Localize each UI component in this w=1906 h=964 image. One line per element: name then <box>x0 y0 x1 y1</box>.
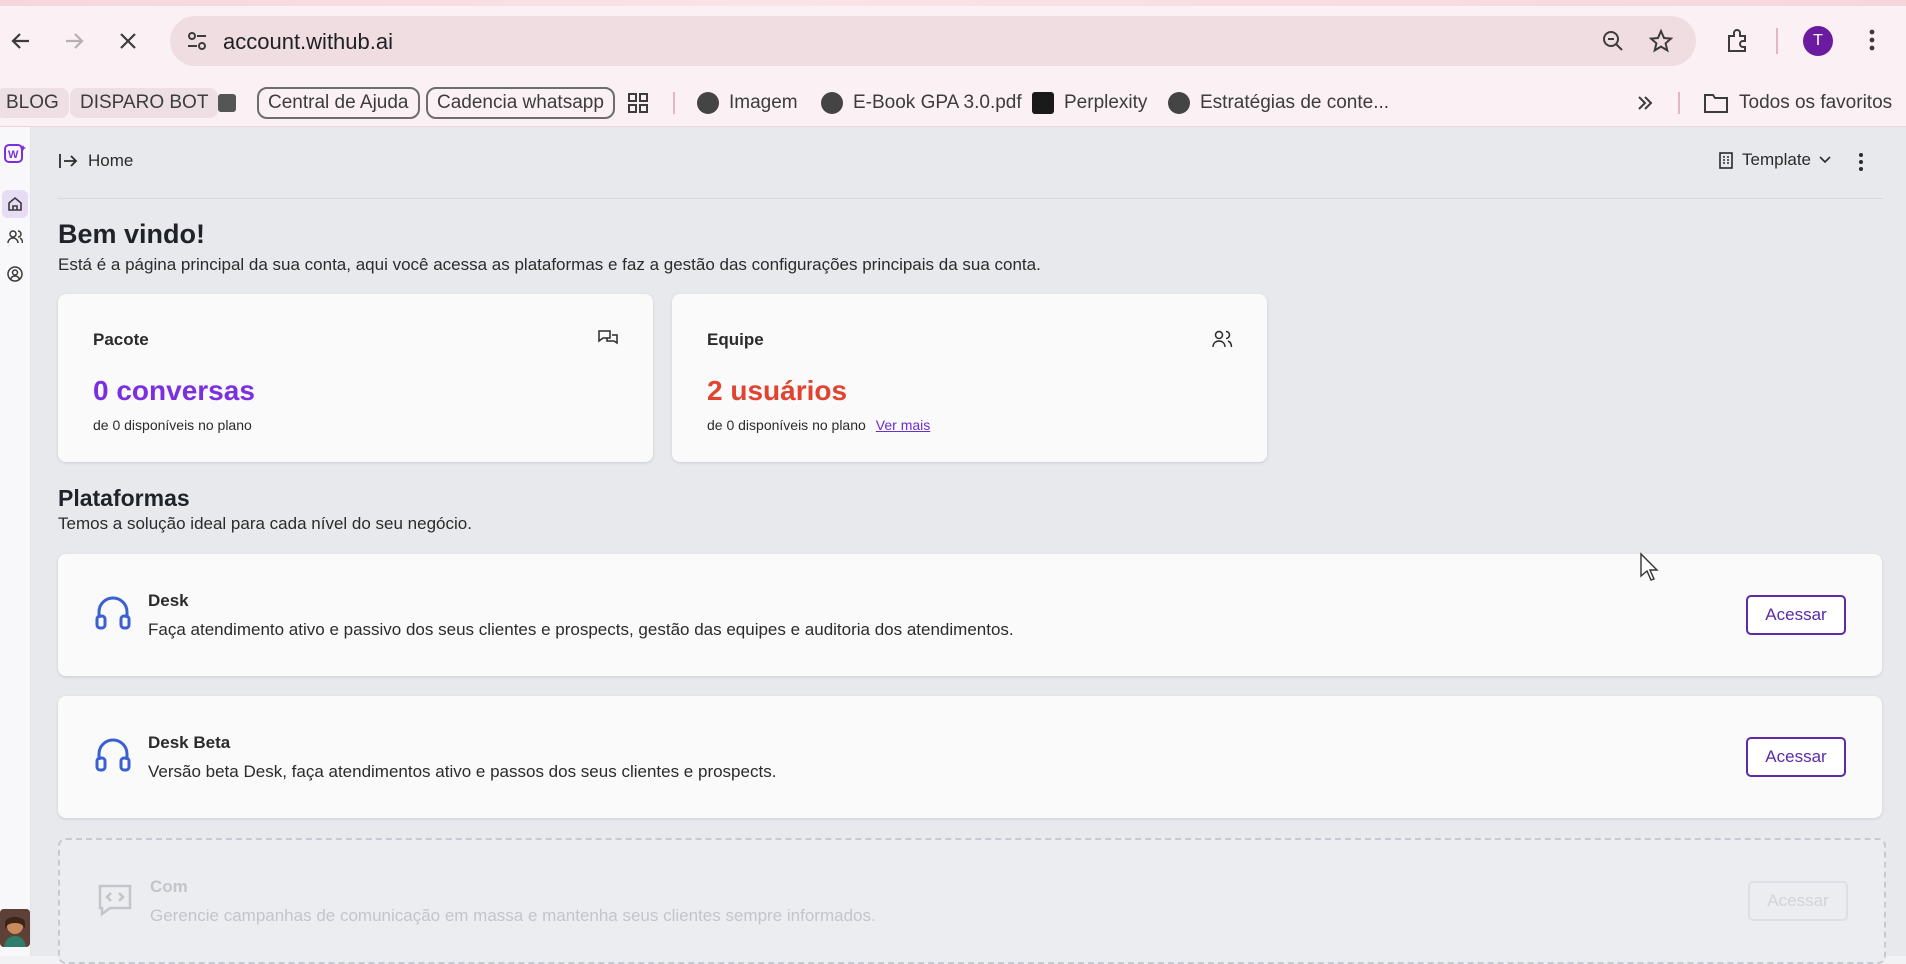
bookmark-central-de-ajuda[interactable]: Central de Ajuda <box>257 87 420 119</box>
bookmark-label: Perplexity <box>1064 92 1148 113</box>
platform-name: Desk Beta <box>148 733 231 752</box>
platforms-title: Plataformas <box>58 485 190 511</box>
package-label: Pacote <box>93 330 149 349</box>
bookmark-estrategias[interactable]: Estratégias de conte... <box>1168 85 1389 121</box>
bookmark-cadencia-whatsapp[interactable]: Cadencia whatsapp <box>426 87 615 119</box>
home-icon[interactable] <box>4 193 26 215</box>
tabstrip-edge <box>0 0 1906 6</box>
globe-icon <box>1168 92 1190 114</box>
svg-text:W: W <box>8 149 19 161</box>
bookmark-perplexity[interactable]: Perplexity <box>1032 85 1147 121</box>
package-value: 0 conversas <box>93 375 255 406</box>
com-access-button[interactable]: Acessar <box>1748 881 1848 921</box>
bookmark-imagem[interactable]: Imagem <box>697 85 798 121</box>
app-topbar: Home Template <box>58 127 1883 199</box>
user-avatar[interactable] <box>0 909 30 947</box>
users-icon <box>1212 330 1233 348</box>
back-button[interactable] <box>2 22 40 60</box>
bookmark-separator <box>673 92 675 114</box>
stop-loading-button[interactable] <box>109 22 147 60</box>
bookmark-disparo-bot[interactable]: DISPARO BOT <box>70 88 219 118</box>
platform-name: Desk <box>148 591 189 610</box>
platform-card-com: Com Gerencie campanhas de comunicação em… <box>58 838 1886 964</box>
account-circle-icon[interactable] <box>4 263 26 285</box>
ver-mais-link[interactable]: Ver mais <box>876 417 930 433</box>
forward-button[interactable] <box>55 22 93 60</box>
headset-icon <box>95 738 131 772</box>
package-sub-text: de 0 disponíveis no plano <box>93 417 252 433</box>
toolbar-separator <box>1776 28 1778 54</box>
chat-code-icon <box>98 884 132 917</box>
template-label: Template <box>1742 150 1811 169</box>
bookmark-blog[interactable]: BLOG <box>0 88 69 118</box>
desk-beta-access-button[interactable]: Acessar <box>1746 737 1846 777</box>
bookmark-square-icon[interactable] <box>218 85 236 121</box>
team-card: Equipe 2 usuários de 0 disponíveis no pl… <box>672 294 1267 462</box>
all-bookmarks-folder[interactable]: Todos os favoritos <box>1703 85 1892 121</box>
bookmark-ebook[interactable]: E-Book GPA 3.0.pdf <box>821 85 1022 121</box>
bookmark-label: DISPARO BOT <box>80 92 209 113</box>
chat-bubbles-icon <box>598 330 618 345</box>
mouse-cursor-icon <box>1640 552 1659 581</box>
apps-grid-icon[interactable] <box>627 85 649 121</box>
team-value: 2 usuários <box>707 375 848 406</box>
team-sub-text: de 0 disponíveis no plano <box>707 417 866 433</box>
template-dropdown[interactable]: Template <box>1718 150 1831 170</box>
bookmarks-bar: BLOG DISPARO BOT Central de Ajuda Cadenc… <box>0 80 1906 127</box>
zoom-icon[interactable] <box>1598 26 1628 56</box>
folder-icon <box>1704 94 1728 113</box>
platform-description: Gerencie campanhas de comunicação em mas… <box>150 906 876 925</box>
platform-description: Versão beta Desk, faça atendimentos ativ… <box>148 762 777 781</box>
desk-access-button[interactable]: Acessar <box>1746 595 1846 635</box>
globe-icon <box>697 92 719 114</box>
package-card: Pacote 0 conversas de 0 disponíveis no p… <box>58 294 653 462</box>
globe-icon <box>821 92 843 114</box>
bookmark-label: Imagem <box>729 92 798 113</box>
chevron-down-icon <box>1819 156 1831 164</box>
browser-toolbar: account.withub.ai T <box>0 0 1906 80</box>
browser-menu-icon[interactable] <box>1852 20 1892 60</box>
arrow-right-icon <box>66 33 84 49</box>
close-icon <box>120 33 136 49</box>
team-label: Equipe <box>707 330 764 349</box>
users-icon[interactable] <box>4 226 26 248</box>
team-sub: de 0 disponíveis no plano Ver mais <box>707 417 930 433</box>
bookmark-label: BLOG <box>6 92 59 113</box>
more-bookmarks-icon[interactable] <box>1635 85 1655 121</box>
arrow-left-icon <box>11 33 29 49</box>
breadcrumb: Home <box>58 151 133 171</box>
page-title: Bem vindo! <box>58 219 206 249</box>
more-options-icon[interactable] <box>1851 149 1871 175</box>
bookmark-label: Cadencia whatsapp <box>437 92 604 113</box>
profile-initial: T <box>1813 32 1823 49</box>
side-rail: W <box>0 127 31 956</box>
bookmark-separator <box>1678 92 1680 114</box>
bookmark-label: Estratégias de conte... <box>1200 92 1390 113</box>
perplexity-icon <box>1032 92 1054 114</box>
platform-card-desk-beta: Desk Beta Versão beta Desk, faça atendim… <box>58 696 1882 818</box>
breadcrumb-home[interactable]: Home <box>88 151 133 171</box>
address-bar[interactable]: account.withub.ai <box>170 16 1696 66</box>
sidebar-toggle-icon[interactable] <box>58 152 78 170</box>
bookmark-label: E-Book GPA 3.0.pdf <box>853 92 1022 113</box>
profile-avatar[interactable]: T <box>1803 26 1833 56</box>
extensions-icon[interactable] <box>1718 20 1758 60</box>
platform-name: Com <box>150 877 188 896</box>
headset-icon <box>95 596 131 630</box>
platform-card-desk: Desk Faça atendimento ativo e passivo do… <box>58 554 1882 676</box>
platform-description: Faça atendimento ativo e passivo dos seu… <box>148 620 1014 639</box>
platforms-subtitle: Temos a solução ideal para cada nível do… <box>58 514 472 533</box>
all-bookmarks-label: Todos os favoritos <box>1739 92 1893 113</box>
withub-logo-icon[interactable]: W <box>4 143 26 165</box>
url-text: account.withub.ai <box>223 29 393 54</box>
bookmark-star-icon[interactable] <box>1646 26 1676 56</box>
app-root: W Home Template Bem vindo! Está é a pági… <box>0 127 1906 964</box>
page-subtitle: Está é a página principal da sua conta, … <box>58 255 1041 274</box>
package-sub: de 0 disponíveis no plano <box>93 417 252 433</box>
building-icon <box>1719 152 1733 169</box>
bookmark-label: Central de Ajuda <box>268 92 409 113</box>
site-info-icon[interactable] <box>184 28 210 54</box>
square-icon <box>218 94 236 112</box>
